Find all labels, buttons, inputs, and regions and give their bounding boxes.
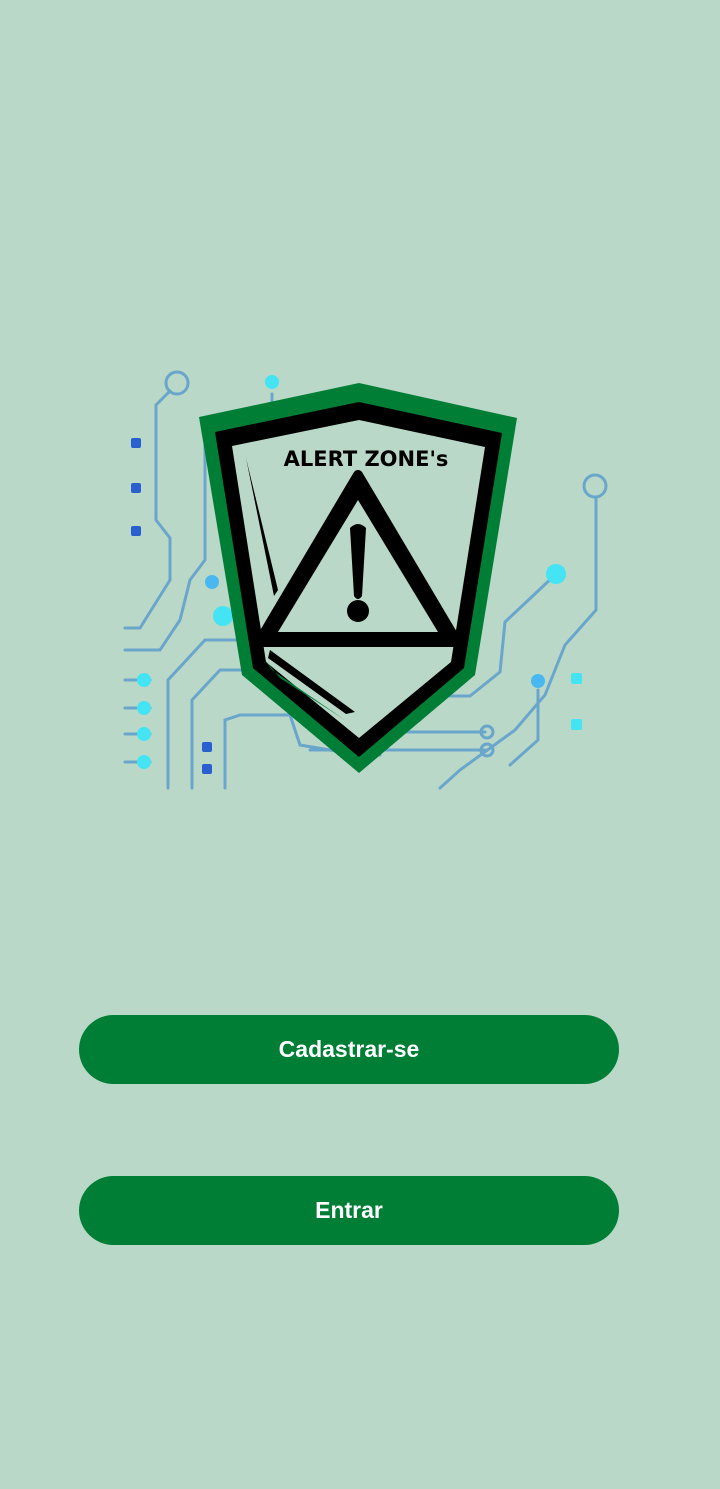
login-button[interactable]: Entrar bbox=[79, 1176, 619, 1245]
app-logo: ALERT ZONE's bbox=[120, 360, 610, 790]
logo-title: ALERT ZONE's bbox=[284, 447, 449, 471]
register-button[interactable]: Cadastrar-se bbox=[79, 1015, 619, 1084]
